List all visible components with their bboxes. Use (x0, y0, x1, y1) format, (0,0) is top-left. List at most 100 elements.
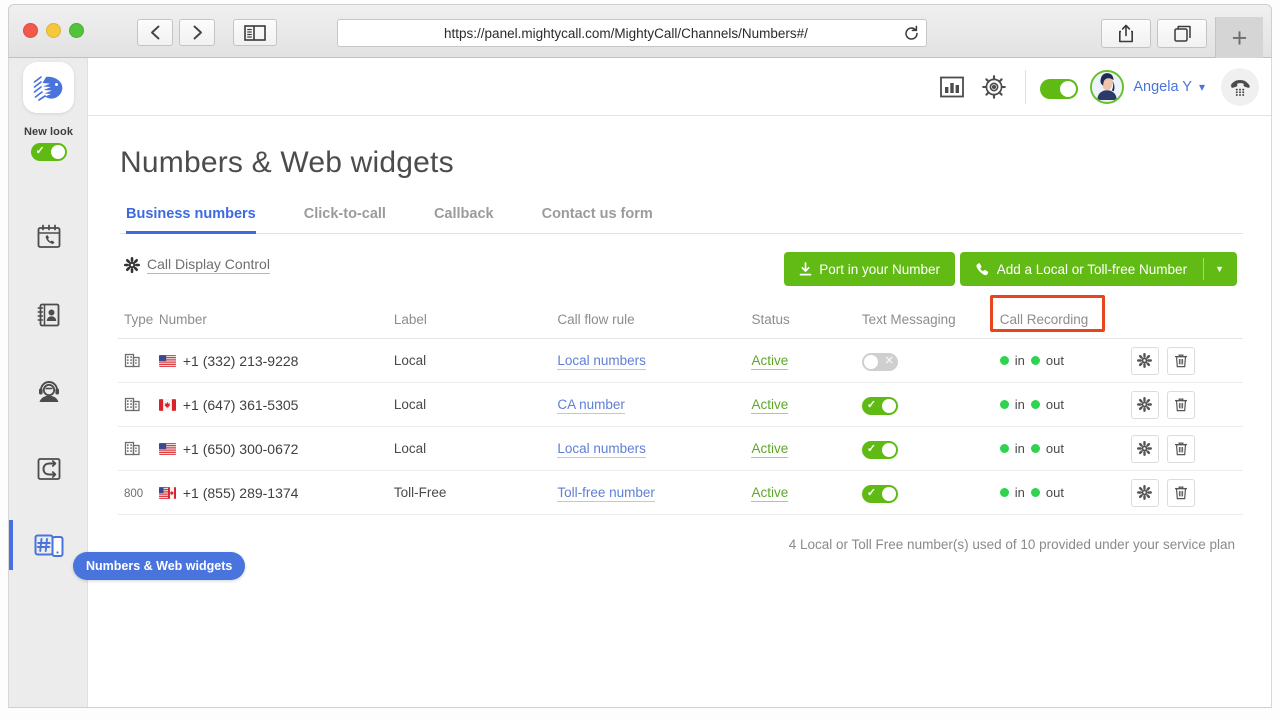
recording-in-dot[interactable] (999, 488, 1009, 497)
tab-contact-us-form[interactable]: Contact us form (518, 206, 677, 233)
toggle-knob (863, 354, 878, 369)
status-link[interactable]: Active (751, 353, 789, 370)
sidebar-item-agents[interactable] (9, 360, 88, 422)
address-bar[interactable]: https://panel.mightycall.com/MightyCall/… (337, 19, 927, 47)
row-delete-button[interactable] (1166, 390, 1195, 419)
settings-button[interactable] (973, 67, 1015, 107)
main-content: Numbers & Web widgets Business numbers C… (88, 116, 1271, 707)
call-display-control-link[interactable]: Call Display Control (124, 256, 270, 274)
forward-button[interactable] (179, 19, 215, 46)
sidebar-item-call-history[interactable] (9, 206, 88, 268)
share-button[interactable] (1101, 19, 1151, 48)
user-name[interactable]: Angela Y (1133, 79, 1192, 95)
show-tabs-button[interactable] (1157, 19, 1207, 48)
table-head: Type Number Label Call flow rule Status … (118, 295, 1243, 339)
ca-flag-icon (158, 398, 176, 411)
page-title: Numbers & Web widgets (120, 146, 454, 179)
cell-status: Active (751, 470, 862, 515)
call-flow-icon (37, 458, 60, 480)
recording-in-dot[interactable] (999, 400, 1009, 409)
add-number-button[interactable]: Add a Local or Toll-free Number ▼ (959, 252, 1237, 286)
recording-in-dot[interactable] (999, 444, 1009, 453)
column-header-label: Label (393, 306, 558, 339)
row-settings-button[interactable] (1130, 434, 1159, 463)
trash-icon (1174, 442, 1187, 456)
cell-actions (1130, 338, 1243, 383)
back-button[interactable] (137, 19, 173, 46)
new-look-toggle[interactable]: ✓ (30, 143, 67, 161)
tab-click-to-call[interactable]: Click-to-call (280, 206, 410, 233)
tab-callback[interactable]: Callback (410, 206, 518, 233)
new-tab-button[interactable]: + (1215, 17, 1263, 59)
sidebar-item-call-flow[interactable] (9, 438, 88, 500)
cell-call-recording: in out (999, 426, 1131, 471)
building-icon (124, 441, 140, 456)
reports-bar-chart-icon (940, 76, 965, 97)
table-row: +1 (647) 361-5305 Local CA number Active (118, 382, 1243, 427)
status-link[interactable]: Active (751, 485, 789, 502)
dialpad-button[interactable] (1221, 67, 1259, 106)
recording-in-dot[interactable] (999, 356, 1009, 365)
trash-icon (1174, 486, 1187, 500)
minimize-window-button[interactable] (46, 23, 61, 38)
tab-bar: Business numbers Click-to-call Callback … (120, 206, 1243, 234)
call-flow-rule-link[interactable]: CA number (557, 397, 625, 414)
avatar[interactable] (1090, 69, 1125, 104)
chevron-down-icon[interactable]: ▼ (1215, 264, 1229, 274)
chevron-down-icon[interactable]: ▾ (1199, 80, 1205, 94)
download-icon (799, 262, 812, 276)
recording-out-dot[interactable] (1030, 444, 1040, 453)
port-in-number-button[interactable]: Port in your Number (784, 252, 955, 286)
recording-out-dot[interactable] (1030, 400, 1040, 409)
table-actions-row: Call Display Control Port in your Number… (118, 248, 1243, 298)
window-traffic-lights (23, 23, 84, 38)
column-header-number: Number (158, 306, 394, 339)
row-settings-button[interactable] (1130, 346, 1159, 375)
row-settings-button[interactable] (1130, 390, 1159, 419)
add-number-label: Add a Local or Toll-free Number (996, 261, 1188, 277)
building-icon (124, 353, 140, 368)
recording-out-dot[interactable] (1030, 488, 1040, 497)
cell-text-messaging: ✓ (861, 382, 1000, 427)
cell-number: +1 (332) 213-9228 (158, 338, 394, 383)
status-link[interactable]: Active (751, 441, 789, 458)
column-header-text-messaging: Text Messaging (861, 306, 1000, 339)
recording-out-dot[interactable] (1030, 356, 1040, 365)
chevron-right-icon (193, 25, 202, 40)
tab-business-numbers[interactable]: Business numbers (120, 206, 280, 234)
row-settings-button[interactable] (1130, 478, 1159, 507)
mightycall-logo[interactable] (23, 62, 74, 113)
text-messaging-toggle[interactable]: ✕ (861, 352, 898, 371)
call-flow-rule-link[interactable]: Toll-free number (557, 485, 655, 502)
maximize-window-button[interactable] (69, 23, 84, 38)
row-delete-button[interactable] (1166, 478, 1195, 507)
reports-button[interactable] (931, 67, 973, 107)
building-icon (124, 397, 140, 412)
app-root: https://panel.mightycall.com/MightyCall/… (0, 0, 1280, 720)
reload-icon (904, 25, 918, 40)
sidebar-toggle-button[interactable] (233, 19, 277, 46)
number-text: +1 (650) 300-0672 (182, 440, 299, 457)
call-flow-rule-link[interactable]: Local numbers (557, 441, 646, 458)
type-text: 800 (124, 488, 144, 500)
cell-call-recording: in out (999, 470, 1131, 515)
sidebar-icon (244, 24, 266, 41)
cell-label: Local (393, 426, 558, 471)
close-window-button[interactable] (23, 23, 38, 38)
text-messaging-toggle[interactable]: ✓ (861, 440, 898, 459)
us-flag-icon (158, 354, 176, 367)
row-delete-button[interactable] (1166, 434, 1195, 463)
app-shell: New look ✓ Numbers & Web widgets Angela … (8, 58, 1272, 708)
availability-toggle[interactable] (1040, 79, 1079, 99)
status-link[interactable]: Active (751, 397, 789, 414)
number-text: +1 (332) 213-9228 (182, 352, 299, 369)
sidebar-item-contacts[interactable] (9, 284, 88, 346)
text-messaging-toggle[interactable]: ✓ (861, 396, 898, 415)
reload-button[interactable] (896, 25, 926, 42)
call-flow-rule-link[interactable]: Local numbers (557, 353, 646, 370)
new-look-label: New look (23, 126, 74, 138)
row-delete-button[interactable] (1166, 346, 1195, 375)
text-messaging-toggle[interactable]: ✓ (861, 484, 898, 503)
recording-out-label: out (1045, 397, 1064, 412)
cell-status: Active (751, 426, 862, 471)
